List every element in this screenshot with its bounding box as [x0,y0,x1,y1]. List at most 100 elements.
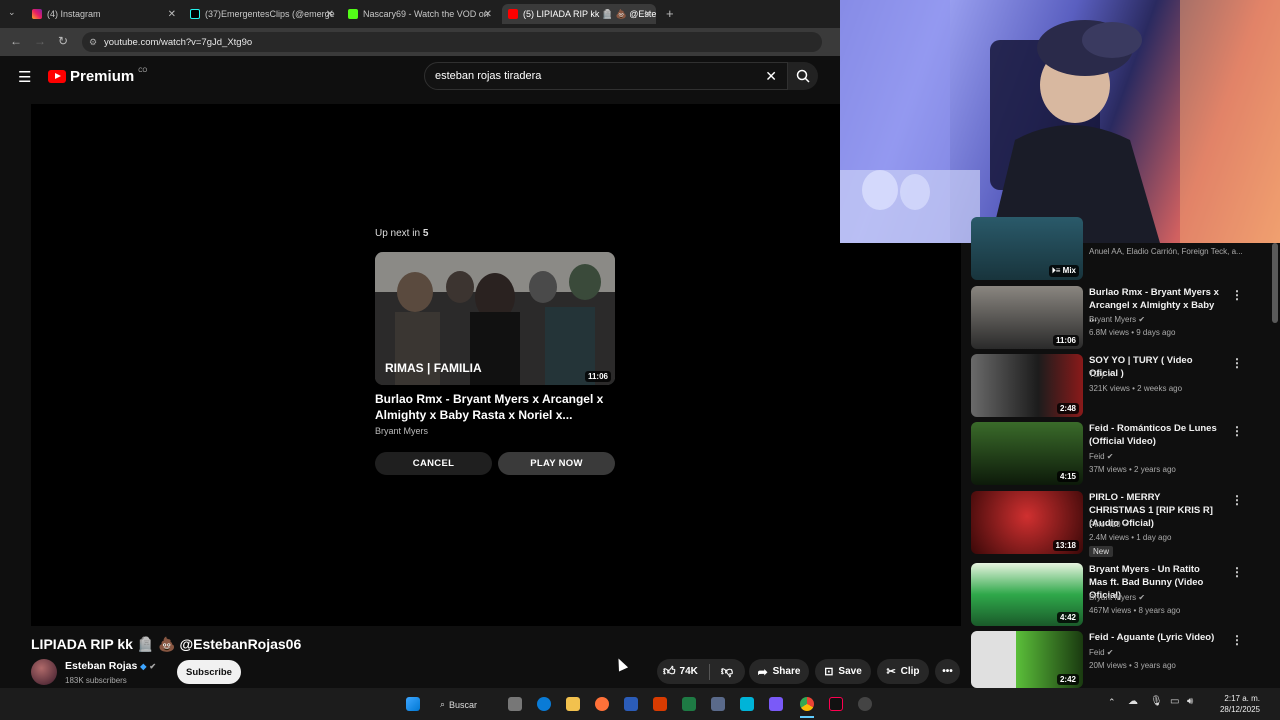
app-icon[interactable] [711,697,725,711]
tab-instagram[interactable]: (4) Instagram ✕ [26,4,180,24]
clock[interactable]: 2:17 a. m. 28/12/2025 [1208,693,1260,715]
up-next-thumbnail[interactable]: RIMAS | FAMILIA 11:06 [375,252,615,385]
tab-list-chevron-icon[interactable]: ⌄ [8,7,16,18]
tab-kick[interactable]: Nascary69 - Watch the VOD on ✕ [342,4,496,24]
duration-badge: 2:42 [1056,674,1079,685]
video-channel: Bryant Myers ✔ [1089,593,1145,602]
menu-icon[interactable]: ☰ [18,68,31,86]
close-tab-icon[interactable]: ✕ [484,9,492,20]
chrome-icon[interactable] [800,697,814,711]
mix-badge: ⏵≡ Mix [1048,265,1079,277]
more-options-icon[interactable]: ⋮ [1231,633,1243,647]
youtube-logo[interactable]: Premium CO [48,68,147,85]
verified-icon: ✔ [1138,315,1146,324]
video-meta: 467M views • 8 years ago [1089,606,1181,615]
duration-badge: 11:06 [1052,335,1079,346]
taskbar-search[interactable]: ⌕ Buscar [440,696,490,713]
list-item[interactable]: 13:18 PIRLO - MERRY CHRISTMAS 1 [RIP KRI… [971,491,1271,557]
subscribe-button[interactable]: Subscribe [177,660,241,684]
channel-text: Pirlo 420 [1089,520,1121,529]
network-icon[interactable]: ▭ [1170,696,1179,707]
reload-icon[interactable]: ↻ [58,34,68,48]
up-next-title[interactable]: Burlao Rmx - Bryant Myers x Arcangel x A… [375,391,615,423]
edge-icon[interactable] [537,697,551,711]
share-button[interactable]: ➦ Share [749,659,809,684]
dislike-button[interactable]: 👎︎ [721,664,733,679]
channel-name-text: Esteban Rojas [65,660,138,672]
save-button[interactable]: ⊡ Save [815,659,871,684]
discord-icon[interactable] [769,697,783,711]
list-item[interactable]: 4:42 Bryant Myers - Un Ratito Mas ft. Ba… [971,563,1271,626]
channel-name[interactable]: Esteban Rojas ◆ ✔ [65,660,156,672]
task-view-icon[interactable] [508,697,522,711]
tab-youtube[interactable]: (5) LIPIADA RIP kk 🪦 💩 @Este ✕ [502,4,656,24]
verified-icon: ✔ [149,662,157,671]
taskbar-search-label: Buscar [449,699,478,710]
cancel-button[interactable]: CANCEL [375,452,492,475]
word-icon[interactable] [624,697,638,711]
search-query: esteban rojas tiradera [435,70,542,82]
capcut-icon[interactable] [740,697,754,711]
like-count: 74K [679,666,698,677]
tab-tiktok[interactable]: (37)EmergentesClips (@emerge ✕ [184,4,338,24]
windows-start-icon[interactable] [406,697,420,711]
tiktok-icon[interactable] [829,697,843,711]
more-options-icon[interactable]: ⋮ [1231,493,1243,507]
mix-thumbnail: ⏵≡ Mix [971,217,1083,280]
tray-chevron-icon[interactable]: ⌃ [1108,697,1116,708]
close-tab-icon[interactable]: ✕ [644,9,652,20]
list-item[interactable]: 2:42 Feid - Aguante (Lyric Video) Feid ✔… [971,631,1271,688]
search-input[interactable]: esteban rojas tiradera ✕ [424,62,788,90]
video-meta: 2.4M views • 1 day ago [1089,533,1172,542]
video-meta: 20M views • 3 years ago [1089,661,1176,670]
page-scrollbar[interactable] [1272,243,1278,323]
browser-tab-bar: ⌄ (4) Instagram ✕ (37)EmergentesClips (@… [0,0,840,28]
more-options-icon[interactable]: ⋮ [1231,424,1243,438]
up-next-channel: Bryant Myers [375,426,429,436]
more-options-icon[interactable]: ⋮ [1231,288,1243,302]
like-button[interactable]: 👍︎ 74K [663,664,698,679]
excel-icon[interactable] [682,697,696,711]
list-item[interactable]: 11:06 Burlao Rmx - Bryant Myers x Arcang… [971,286,1271,349]
firefox-icon[interactable] [595,697,609,711]
back-icon[interactable]: ← [10,34,22,48]
file-explorer-icon[interactable] [566,697,580,711]
duration-badge: 2:48 [1056,403,1079,414]
more-options-icon[interactable]: ⋮ [1231,565,1243,579]
address-input[interactable]: ⚙ youtube.com/watch?v=7gJd_Xtg9o [82,32,822,52]
new-tab-icon[interactable]: + [666,6,674,21]
list-item[interactable]: 2:48 SOY YO | TURY ( Video Oficial ) Tur… [971,354,1271,417]
share-icon: ➦ [757,664,768,679]
clock-time: 2:17 a. m. [1224,694,1260,703]
video-title: Feid - Románticos De Lunes (Official Vid… [1089,423,1217,447]
video-channel: Feid ✔ [1089,648,1114,657]
onedrive-icon[interactable]: ☁ [1128,696,1138,707]
search-button[interactable] [788,62,818,90]
play-now-button[interactable]: PLAY NOW [498,452,615,475]
duration-badge: 13:18 [1052,540,1079,551]
more-actions-button[interactable]: ••• [935,659,960,684]
video-channel: Pirlo 420 ✔ [1089,520,1130,529]
avatar[interactable] [31,659,57,685]
video-channel: Feid ✔ [1089,452,1114,461]
clear-search-icon[interactable]: ✕ [765,68,777,85]
search-icon: ⌕ [440,699,446,709]
tab-label: Nascary69 - Watch the VOD on [363,9,489,19]
site-info-icon[interactable]: ⚙ [89,37,97,48]
list-item[interactable]: 4:15 Feid - Románticos De Lunes (Officia… [971,422,1271,485]
webcam-image [840,0,1280,243]
microphone-icon[interactable]: 🎙︎ [1150,696,1163,707]
sidebar-mix-item[interactable]: ⏵≡ Mix Anuel AA, Eladio Carrión, Foreign… [971,217,1271,280]
powerpoint-icon[interactable] [653,697,667,711]
obs-icon[interactable] [858,697,872,711]
video-title: Feid - Aguante (Lyric Video) [1089,632,1215,643]
subscriber-count: 183K subscribers [65,676,127,685]
volume-icon[interactable]: 🔊︎ [1187,696,1193,707]
more-options-icon[interactable]: ⋮ [1231,356,1243,370]
search-icon [796,69,810,83]
close-tab-icon[interactable]: ✕ [326,9,334,20]
video-player[interactable]: Up next in 5 RIMAS | FAMILIA 11:06 Burla… [31,104,961,626]
clip-button[interactable]: ✂ Clip [877,659,929,684]
close-tab-icon[interactable]: ✕ [168,9,176,20]
forward-icon[interactable]: → [34,34,46,48]
